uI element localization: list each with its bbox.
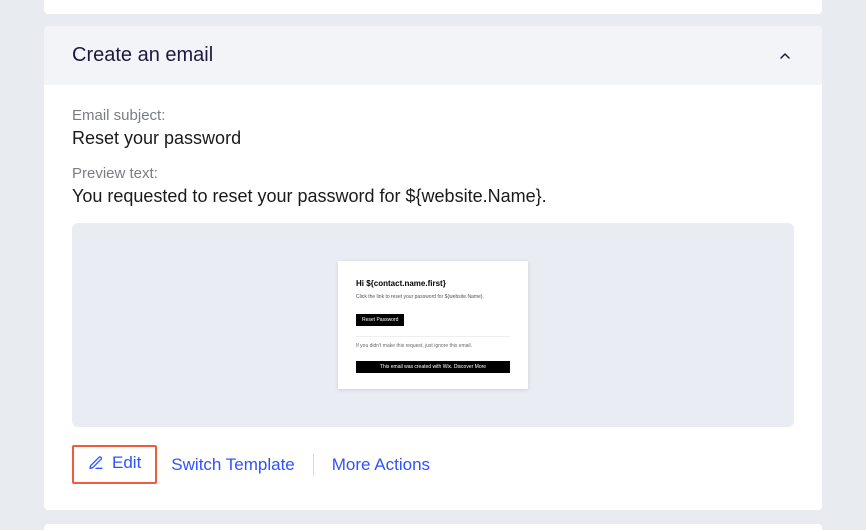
chevron-up-icon [776, 47, 794, 65]
preview-text-value: You requested to reset your password for… [72, 186, 794, 207]
card-title: Create an email [72, 44, 213, 67]
previous-card-bottom [44, 0, 822, 14]
thumb-reset-button: Reset Password [356, 314, 404, 326]
action-divider [313, 454, 314, 476]
create-email-card: Create an email Email subject: Reset you… [44, 26, 822, 510]
thumb-line-2: If you didn't make this request, just ig… [356, 343, 510, 349]
pencil-icon [88, 455, 104, 471]
switch-template-label: Switch Template [171, 455, 294, 475]
thumb-separator [356, 336, 510, 337]
email-preview-area: Hi ${contact.name.first} Click the link … [72, 223, 794, 427]
email-subject-value: Reset your password [72, 128, 794, 149]
card-header[interactable]: Create an email [44, 26, 822, 85]
more-actions-label: More Actions [332, 455, 430, 475]
thumb-greeting: Hi ${contact.name.first} [356, 279, 510, 288]
edit-highlight-box: Edit [72, 445, 157, 484]
thumb-content: Hi ${contact.name.first} Click the link … [346, 269, 520, 361]
switch-template-button[interactable]: Switch Template [157, 447, 308, 483]
actions-row: Edit Switch Template More Actions [72, 443, 794, 484]
email-thumbnail: Hi ${contact.name.first} Click the link … [338, 261, 528, 389]
preview-text-label: Preview text: [72, 165, 794, 182]
email-subject-label: Email subject: [72, 107, 794, 124]
more-actions-button[interactable]: More Actions [318, 447, 444, 483]
edit-button[interactable]: Edit [88, 453, 141, 473]
thumb-footer: This email was created with Wix. Discove… [356, 361, 510, 373]
card-body: Email subject: Reset your password Previ… [44, 85, 822, 510]
thumb-line-1: Click the link to reset your password fo… [356, 294, 510, 300]
edit-button-label: Edit [112, 453, 141, 473]
